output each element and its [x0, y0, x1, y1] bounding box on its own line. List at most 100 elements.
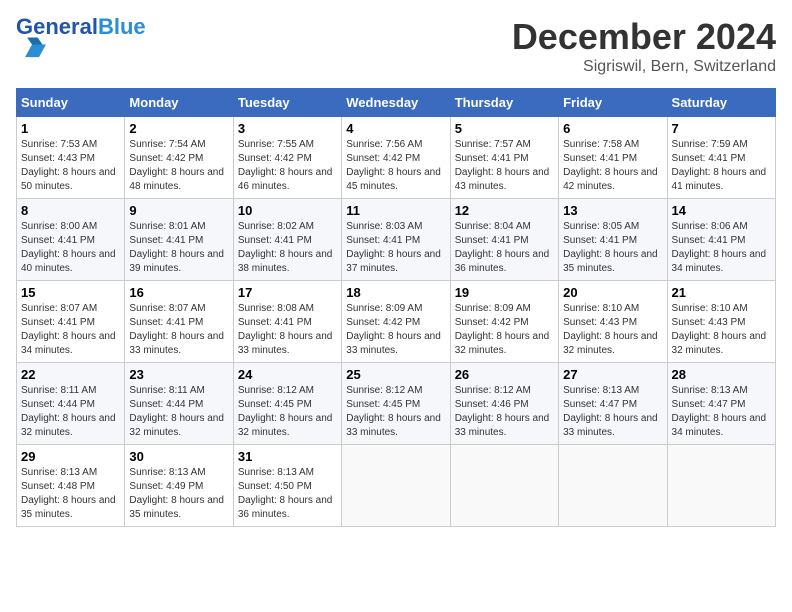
- day-detail: Sunrise: 8:07 AMSunset: 4:41 PMDaylight:…: [21, 303, 116, 356]
- day-number: 12: [455, 203, 554, 218]
- day-number: 14: [672, 203, 771, 218]
- calendar-cell: 29 Sunrise: 8:13 AMSunset: 4:48 PMDayligh…: [17, 445, 125, 527]
- day-detail: Sunrise: 8:10 AMSunset: 4:43 PMDaylight:…: [563, 303, 658, 356]
- day-number: 31: [238, 449, 337, 464]
- calendar-cell: [559, 445, 667, 527]
- calendar-cell: 25 Sunrise: 8:12 AMSunset: 4:45 PMDayligh…: [342, 363, 450, 445]
- calendar-cell: 17 Sunrise: 8:08 AMSunset: 4:41 PMDayligh…: [233, 281, 341, 363]
- day-detail: Sunrise: 8:11 AMSunset: 4:44 PMDaylight:…: [129, 385, 224, 438]
- day-number: 11: [346, 203, 445, 218]
- calendar-week-row: 29 Sunrise: 8:13 AMSunset: 4:48 PMDayligh…: [17, 445, 776, 527]
- day-detail: Sunrise: 8:13 AMSunset: 4:47 PMDaylight:…: [563, 385, 658, 438]
- weekday-header-sunday: Sunday: [17, 89, 125, 117]
- day-detail: Sunrise: 8:13 AMSunset: 4:47 PMDaylight:…: [672, 385, 767, 438]
- calendar-cell: 30Sunrise: 8:13 AMSunset: 4:49 PMDayligh…: [125, 445, 233, 527]
- day-detail: Sunrise: 7:59 AMSunset: 4:41 PMDaylight:…: [672, 139, 767, 192]
- day-detail: Sunrise: 8:02 AMSunset: 4:41 PMDaylight:…: [238, 221, 333, 274]
- day-detail: Sunrise: 8:09 AMSunset: 4:42 PMDaylight:…: [346, 303, 441, 356]
- calendar-cell: [342, 445, 450, 527]
- calendar-cell: 11 Sunrise: 8:03 AMSunset: 4:41 PMDayligh…: [342, 199, 450, 281]
- day-detail: Sunrise: 8:13 AMSunset: 4:50 PMDaylight:…: [238, 467, 333, 520]
- calendar-week-row: 1 Sunrise: 7:53 AMSunset: 4:43 PMDaylight…: [17, 117, 776, 199]
- day-number: 6: [563, 121, 662, 136]
- day-number: 15: [21, 285, 120, 300]
- day-number: 5: [455, 121, 554, 136]
- logo-blue: Blue: [98, 14, 146, 39]
- day-number: 22: [21, 367, 120, 382]
- subtitle: Sigriswil, Bern, Switzerland: [512, 58, 776, 76]
- day-number: 20: [563, 285, 662, 300]
- day-detail: Sunrise: 8:09 AMSunset: 4:42 PMDaylight:…: [455, 303, 550, 356]
- day-detail: Sunrise: 8:00 AMSunset: 4:41 PMDaylight:…: [21, 221, 116, 274]
- day-number: 13: [563, 203, 662, 218]
- day-number: 25: [346, 367, 445, 382]
- day-number: 4: [346, 121, 445, 136]
- calendar-week-row: 8 Sunrise: 8:00 AMSunset: 4:41 PMDaylight…: [17, 199, 776, 281]
- day-detail: Sunrise: 7:55 AMSunset: 4:42 PMDaylight:…: [238, 139, 333, 192]
- day-number: 21: [672, 285, 771, 300]
- calendar-cell: 9Sunrise: 8:01 AMSunset: 4:41 PMDaylight…: [125, 199, 233, 281]
- day-number: 17: [238, 285, 337, 300]
- logo-text: GeneralBlue: [16, 16, 146, 38]
- calendar-cell: 23 Sunrise: 8:11 AMSunset: 4:44 PMDayligh…: [125, 363, 233, 445]
- calendar-cell: 13Sunrise: 8:05 AMSunset: 4:41 PMDayligh…: [559, 199, 667, 281]
- day-number: 3: [238, 121, 337, 136]
- day-detail: Sunrise: 7:57 AMSunset: 4:41 PMDaylight:…: [455, 139, 550, 192]
- logo-general: General: [16, 14, 98, 39]
- weekday-header-friday: Friday: [559, 89, 667, 117]
- weekday-header-thursday: Thursday: [450, 89, 558, 117]
- day-number: 29: [21, 449, 120, 464]
- day-number: 1: [21, 121, 120, 136]
- day-number: 28: [672, 367, 771, 382]
- day-detail: Sunrise: 8:11 AMSunset: 4:44 PMDaylight:…: [21, 385, 116, 438]
- calendar-cell: 18 Sunrise: 8:09 AMSunset: 4:42 PMDayligh…: [342, 281, 450, 363]
- calendar-cell: 20 Sunrise: 8:10 AMSunset: 4:43 PMDayligh…: [559, 281, 667, 363]
- day-detail: Sunrise: 8:12 AMSunset: 4:45 PMDaylight:…: [238, 385, 333, 438]
- calendar-cell: 22 Sunrise: 8:11 AMSunset: 4:44 PMDayligh…: [17, 363, 125, 445]
- day-detail: Sunrise: 8:10 AMSunset: 4:43 PMDaylight:…: [672, 303, 767, 356]
- calendar-cell: 8 Sunrise: 8:00 AMSunset: 4:41 PMDaylight…: [17, 199, 125, 281]
- calendar-cell: 15 Sunrise: 8:07 AMSunset: 4:41 PMDayligh…: [17, 281, 125, 363]
- day-detail: Sunrise: 8:06 AMSunset: 4:41 PMDaylight:…: [672, 221, 767, 274]
- day-number: 24: [238, 367, 337, 382]
- day-detail: Sunrise: 8:01 AMSunset: 4:41 PMDaylight:…: [129, 221, 224, 274]
- calendar-cell: [450, 445, 558, 527]
- calendar-cell: 26 Sunrise: 8:12 AMSunset: 4:46 PMDayligh…: [450, 363, 558, 445]
- calendar-cell: 10 Sunrise: 8:02 AMSunset: 4:41 PMDayligh…: [233, 199, 341, 281]
- day-number: 10: [238, 203, 337, 218]
- day-detail: Sunrise: 7:58 AMSunset: 4:41 PMDaylight:…: [563, 139, 658, 192]
- calendar-cell: 31 Sunrise: 8:13 AMSunset: 4:50 PMDayligh…: [233, 445, 341, 527]
- day-detail: Sunrise: 8:13 AMSunset: 4:48 PMDaylight:…: [21, 467, 116, 520]
- calendar-header-row: SundayMondayTuesdayWednesdayThursdayFrid…: [17, 89, 776, 117]
- calendar-week-row: 15 Sunrise: 8:07 AMSunset: 4:41 PMDayligh…: [17, 281, 776, 363]
- day-detail: Sunrise: 8:13 AMSunset: 4:49 PMDaylight:…: [129, 467, 224, 520]
- day-detail: Sunrise: 8:03 AMSunset: 4:41 PMDaylight:…: [346, 221, 441, 274]
- day-number: 23: [129, 367, 228, 382]
- calendar-cell: [667, 445, 775, 527]
- calendar-cell: 16Sunrise: 8:07 AMSunset: 4:41 PMDayligh…: [125, 281, 233, 363]
- day-detail: Sunrise: 8:12 AMSunset: 4:45 PMDaylight:…: [346, 385, 441, 438]
- day-number: 26: [455, 367, 554, 382]
- day-detail: Sunrise: 8:08 AMSunset: 4:41 PMDaylight:…: [238, 303, 333, 356]
- calendar-cell: 27 Sunrise: 8:13 AMSunset: 4:47 PMDayligh…: [559, 363, 667, 445]
- page-header: GeneralBlue December 2024 Sigriswil, Ber…: [16, 16, 776, 76]
- day-detail: Sunrise: 8:12 AMSunset: 4:46 PMDaylight:…: [455, 385, 550, 438]
- calendar-cell: 2 Sunrise: 7:54 AMSunset: 4:42 PMDaylight…: [125, 117, 233, 199]
- calendar-cell: 1 Sunrise: 7:53 AMSunset: 4:43 PMDaylight…: [17, 117, 125, 199]
- calendar-cell: 4Sunrise: 7:56 AMSunset: 4:42 PMDaylight…: [342, 117, 450, 199]
- calendar-table: SundayMondayTuesdayWednesdayThursdayFrid…: [16, 88, 776, 527]
- day-number: 27: [563, 367, 662, 382]
- main-title: December 2024: [512, 16, 776, 58]
- title-area: December 2024 Sigriswil, Bern, Switzerla…: [512, 16, 776, 76]
- day-detail: Sunrise: 7:53 AMSunset: 4:43 PMDaylight:…: [21, 139, 116, 192]
- day-number: 19: [455, 285, 554, 300]
- weekday-header-monday: Monday: [125, 89, 233, 117]
- calendar-cell: 24 Sunrise: 8:12 AMSunset: 4:45 PMDayligh…: [233, 363, 341, 445]
- day-detail: Sunrise: 7:54 AMSunset: 4:42 PMDaylight:…: [129, 139, 224, 192]
- calendar-cell: 19 Sunrise: 8:09 AMSunset: 4:42 PMDayligh…: [450, 281, 558, 363]
- calendar-week-row: 22 Sunrise: 8:11 AMSunset: 4:44 PMDayligh…: [17, 363, 776, 445]
- calendar-cell: 6 Sunrise: 7:58 AMSunset: 4:41 PMDaylight…: [559, 117, 667, 199]
- day-number: 8: [21, 203, 120, 218]
- day-number: 2: [129, 121, 228, 136]
- day-number: 18: [346, 285, 445, 300]
